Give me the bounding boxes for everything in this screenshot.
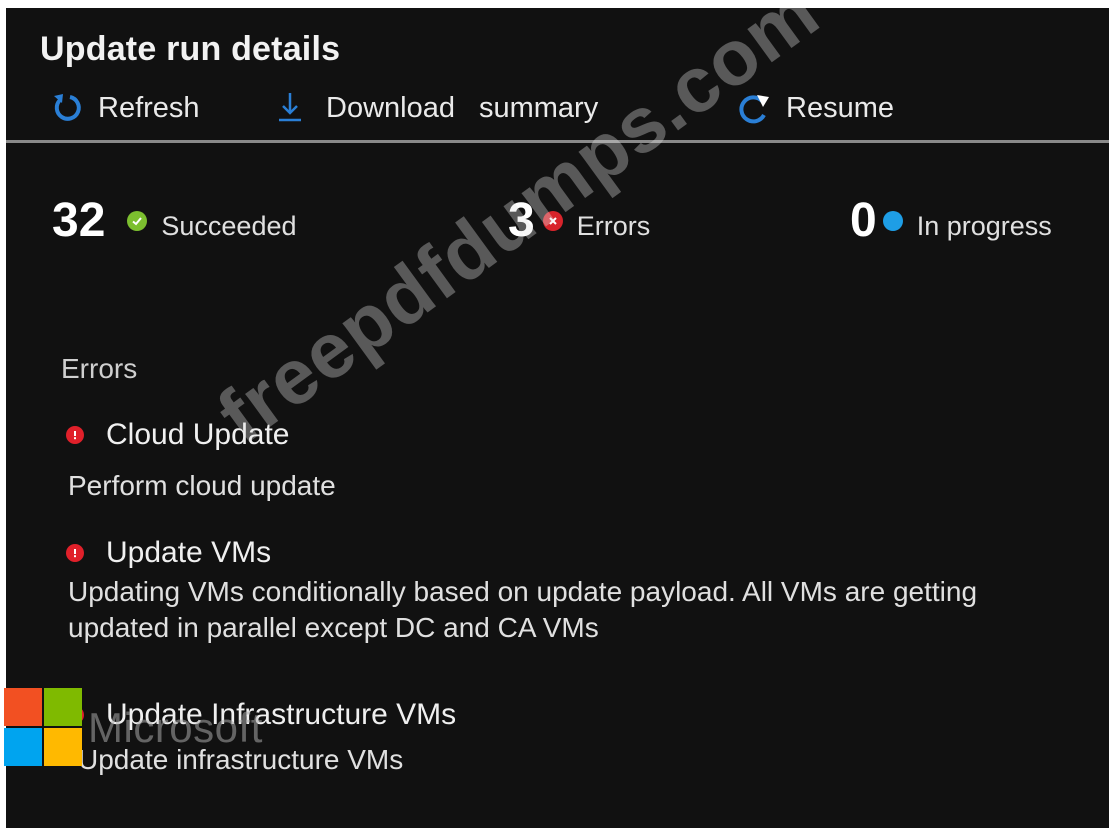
in-progress-icon [882, 210, 903, 231]
errors-section-heading: Errors [61, 353, 138, 384]
download-label: Download [326, 91, 455, 124]
error-item-title-row: Update VMs [66, 536, 271, 570]
error-item-title-row: Cloud Update [66, 418, 289, 452]
logo-square-green [44, 688, 82, 726]
resume-label: Resume [786, 91, 894, 124]
page-title: Update run details [40, 30, 341, 68]
checkmark-icon [127, 210, 148, 231]
errors-label: Errors [576, 211, 651, 241]
error-item-description: Perform cloud update [68, 470, 336, 501]
logo-square-yellow [44, 728, 82, 766]
error-item-description-line1: Updating VMs conditionally based on upda… [68, 576, 978, 607]
toolbar: Refresh Download summary Resume [6, 86, 1109, 136]
refresh-label: Refresh [98, 91, 200, 124]
refresh-icon [50, 91, 84, 125]
resume-button[interactable]: Resume [736, 86, 894, 130]
in-progress-count: 0 [850, 194, 877, 247]
download-icon [276, 91, 304, 125]
error-icon [66, 426, 84, 444]
error-item-description-line2: updated in parallel except DC and CA VMs [68, 612, 599, 643]
logo-wordmark: Microsoft [88, 704, 263, 751]
microsoft-logo: Microsoft [4, 688, 304, 778]
in-progress-label: In progress [916, 211, 1052, 241]
error-item-title: Update VMs [106, 536, 272, 569]
download-summary-button[interactable]: Download summary [276, 86, 598, 130]
error-item-title: Cloud Update [106, 418, 290, 451]
resume-icon [736, 91, 776, 125]
succeeded-label: Succeeded [161, 211, 297, 241]
refresh-button[interactable]: Refresh [50, 86, 200, 130]
error-icon [66, 544, 84, 562]
download-summary-label: summary [478, 91, 599, 124]
error-x-icon [542, 210, 563, 231]
errors-count: 3 [508, 194, 535, 247]
succeeded-stat: 32 Succeeded [52, 193, 297, 248]
logo-square-red [4, 688, 42, 726]
logo-square-blue [4, 728, 42, 766]
errors-stat: 3 Errors [508, 193, 650, 248]
succeeded-count: 32 [52, 194, 106, 247]
toolbar-divider [6, 140, 1109, 143]
in-progress-stat: 0 In progress [850, 193, 1052, 248]
